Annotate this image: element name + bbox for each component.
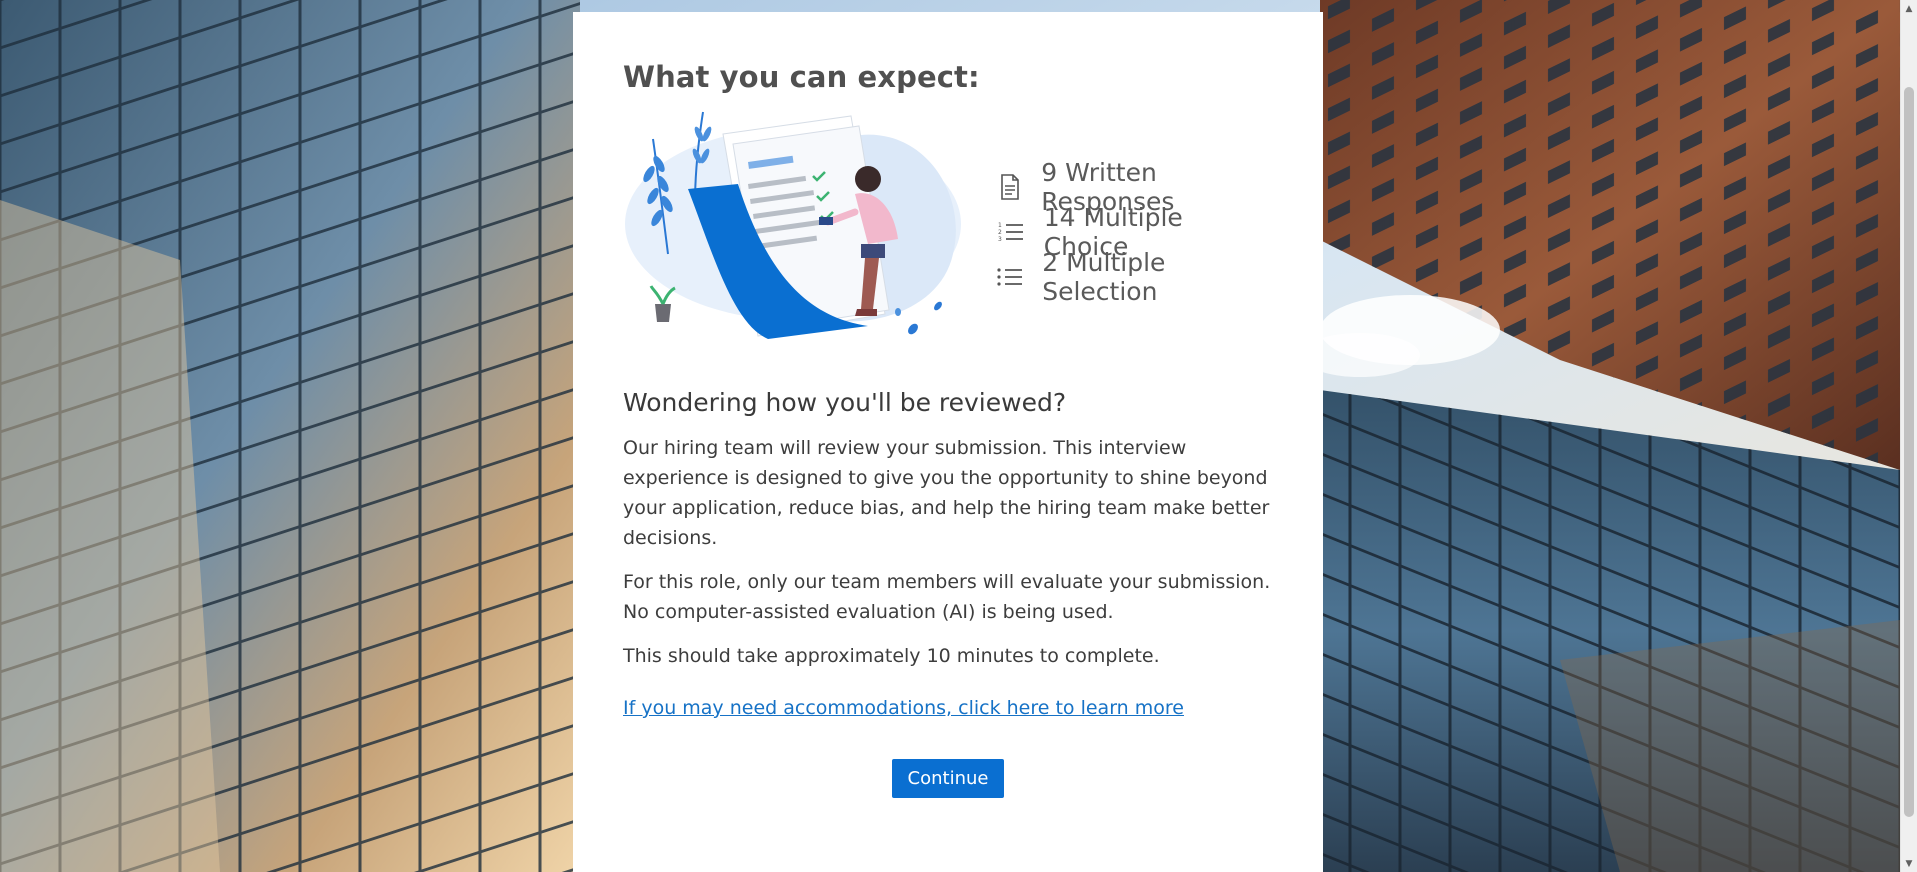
scroll-down-arrow-icon[interactable]: ▼ [1901, 855, 1917, 872]
scrollbar-thumb[interactable] [1904, 87, 1914, 817]
review-heading: Wondering how you'll be reviewed? [623, 388, 1067, 417]
review-paragraph: Our hiring team will review your submiss… [623, 437, 1270, 549]
checklist-illustration [625, 111, 961, 339]
scroll-up-arrow-icon[interactable]: ▲ [1901, 0, 1917, 17]
actions: Continue [623, 759, 1273, 798]
duration-paragraph: This should take approximately 10 minute… [623, 645, 1160, 667]
vertical-scrollbar[interactable]: ▲ ▼ [1900, 0, 1917, 872]
svg-text:2: 2 [998, 229, 1002, 236]
stat-label: 2 Multiple Selection [1042, 247, 1166, 306]
bulleted-list-icon [997, 263, 1023, 291]
svg-text:1: 1 [998, 222, 1002, 229]
continue-button[interactable]: Continue [891, 759, 1005, 798]
stat-multiple-selection: 2 Multiple Selection [997, 248, 1273, 306]
intro-card: What you can expect: 9 Written Responses… [573, 12, 1323, 872]
numbered-list-icon: 1 2 3 [997, 218, 1025, 246]
document-icon [997, 173, 1022, 201]
page-title: What you can expect: [623, 60, 980, 94]
overview-section: 9 Written Responses 1 2 3 14 Multiple Ch… [623, 104, 1273, 344]
ai-evaluation-paragraph: For this role, only our team members wil… [623, 571, 1271, 623]
svg-text:3: 3 [998, 236, 1002, 243]
accommodations-link[interactable]: If you may need accommodations, click he… [623, 697, 1184, 719]
question-summary-list: 9 Written Responses 1 2 3 14 Multiple Ch… [997, 158, 1273, 306]
